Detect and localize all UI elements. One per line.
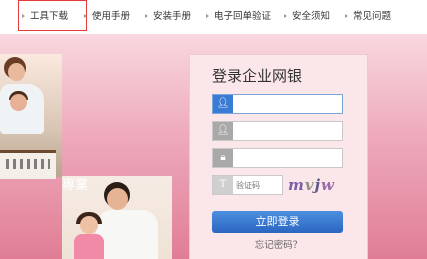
username-input[interactable] <box>235 96 340 112</box>
forgot-password-link[interactable]: 忘记密码？ <box>190 237 367 251</box>
arrow-right-icon <box>84 14 87 18</box>
login-button[interactable]: 立即登录 <box>212 211 343 233</box>
nav-item-user-manual[interactable]: 使用手册 <box>84 0 130 34</box>
family-abacus-photo <box>0 54 62 179</box>
arrow-right-icon <box>345 14 348 18</box>
captcha-field[interactable]: T <box>212 175 283 195</box>
arrow-right-icon <box>206 14 209 18</box>
login-title: 登录企业网银 <box>212 67 303 85</box>
text-icon: T <box>213 176 233 194</box>
user-icon: 👤︎ <box>213 95 233 113</box>
captcha-input[interactable] <box>236 177 281 193</box>
top-navigation: 工具下载 使用手册 安装手册 电子回单验证 安全须知 常见问题 <box>0 0 427 34</box>
nav-item-tool-download[interactable]: 工具下载 <box>18 0 87 34</box>
password-input[interactable] <box>235 150 340 166</box>
nav-label: 电子回单验证 <box>214 11 272 22</box>
nav-item-install-manual[interactable]: 安装手册 <box>145 0 191 34</box>
operator-field[interactable]: 👤︎ <box>212 121 343 141</box>
captcha-image[interactable]: mvjw <box>288 174 344 196</box>
arrow-right-icon <box>284 14 287 18</box>
password-field[interactable]: 🔒︎ <box>212 148 343 168</box>
lock-icon: 🔒︎ <box>213 149 233 167</box>
nav-item-security-notice[interactable]: 安全须知 <box>284 0 330 34</box>
username-field[interactable]: 👤︎ <box>212 94 343 114</box>
nav-label: 安装手册 <box>153 11 192 22</box>
user-icon: 👤︎ <box>213 122 233 140</box>
login-panel: 登录企业网银 👤︎ 👤︎ 🔒︎ T mvjw 立即登录 忘记密码？ <box>189 54 368 259</box>
nav-item-faq[interactable]: 常见问题 <box>345 0 391 34</box>
operator-input[interactable] <box>235 123 340 139</box>
active-highlight-box <box>18 0 87 31</box>
hero-banner: 專業 登录企业网银 👤︎ 👤︎ 🔒︎ T mvjw 立即登录 忘记密码？ <box>0 34 427 259</box>
nav-label: 使用手册 <box>92 11 131 22</box>
nav-label: 常见问题 <box>353 11 392 22</box>
arrow-right-icon <box>145 14 148 18</box>
nav-label: 安全须知 <box>292 11 331 22</box>
photo-caption: 專業 <box>62 178 89 193</box>
nav-item-receipt-verify[interactable]: 电子回单验证 <box>206 0 271 34</box>
father-daughter-photo: 專業 <box>62 176 172 259</box>
